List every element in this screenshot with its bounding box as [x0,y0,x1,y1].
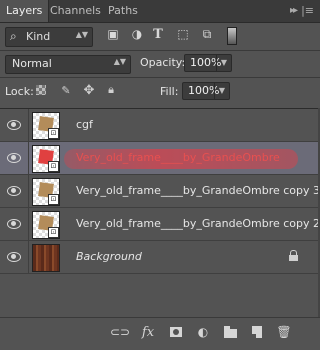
opacity-label: Opacity: [140,56,186,69]
tab-layers[interactable]: Layers [0,0,49,22]
opacity-field[interactable]: 100% ▼ [184,54,232,72]
eye-icon [7,120,21,130]
eye-icon [7,252,21,262]
lock-icon [289,250,298,261]
panel-tab-bar: Layers Channels Paths ▸▸ |≡ [0,0,320,23]
layer-name[interactable]: cgf [76,118,93,131]
visibility-toggle[interactable] [0,175,29,207]
blend-mode-select[interactable]: Normal ▲▼ [5,55,131,74]
smart-object-badge-icon: ⊡ [48,194,59,205]
type-filter-icon[interactable]: T [151,27,165,42]
opacity-dropdown-icon[interactable]: ▼ [216,55,231,71]
adjustment-filter-icon[interactable]: ◑ [130,27,144,41]
new-layer-icon[interactable] [249,324,265,340]
filter-kind-select[interactable]: ⌕ Kind ▲▼ [5,27,93,47]
divider [0,77,320,78]
eye-icon [7,219,21,229]
smart-object-badge-icon: ⊡ [48,227,59,238]
tab-paths[interactable]: Paths [102,0,144,22]
layer-row[interactable]: ⊡ cgf [0,109,320,142]
chevron-down-icon: ▲▼ [113,57,126,66]
layers-panel: Layers Channels Paths ▸▸ |≡ ⌕ Kind ▲▼ ▣ … [0,0,320,350]
smart-object-badge-icon: ⊡ [48,161,59,172]
lock-label: Lock: [5,85,34,98]
smart-object-badge-icon: ⊡ [48,128,59,139]
lock-transparency-icon[interactable] [36,85,46,95]
image-filter-icon[interactable]: ▣ [106,27,120,41]
layer-name[interactable]: Background [76,250,142,263]
visibility-toggle[interactable] [0,208,29,240]
visibility-toggle[interactable] [0,241,29,273]
layer-row[interactable]: ⊡ Very_old_frame____by_GrandeOmbre copy … [0,208,320,241]
divider [0,50,320,51]
search-icon: ⌕ [10,29,17,43]
layer-thumbnail [32,244,60,272]
filter-toggle-switch[interactable] [227,27,237,45]
smart-object-filter-icon[interactable]: ⧉ [200,27,214,41]
group-folder-icon[interactable] [222,324,238,340]
adjustment-layer-icon[interactable]: ◐ [195,324,211,340]
lock-all-icon[interactable]: 🔒︎ [104,83,118,97]
layer-row[interactable]: ⊡ Very_old_frame____by_GrandeOmbre copy … [0,175,320,208]
panel-menu-icon[interactable]: |≡ [301,4,314,17]
layer-name[interactable]: Very_old_frame____by_GrandeOmbre [76,151,280,164]
visibility-toggle[interactable] [0,109,29,141]
layer-name[interactable]: Very_old_frame____by_GrandeOmbre copy 2 [76,217,320,230]
layer-row-background[interactable]: Background [0,241,320,274]
layer-name[interactable]: Very_old_frame____by_GrandeOmbre copy 3 [76,184,320,197]
layer-row-selected[interactable]: ⊡ Very_old_frame____by_GrandeOmbre [0,142,320,175]
collapse-panel-icon[interactable]: ▸▸ [290,5,298,16]
panel-bottom-bar [0,317,320,350]
lock-position-move-icon[interactable]: ✥ [82,83,96,98]
eye-icon [7,186,21,196]
layer-mask-icon[interactable] [168,324,184,340]
link-layers-icon[interactable]: ⊂⊃ [110,324,130,340]
visibility-toggle[interactable] [0,142,29,174]
fill-field[interactable]: 100% ▼ [182,82,230,100]
trash-icon[interactable]: 🗑︎ [276,324,292,340]
fill-dropdown-icon[interactable]: ▼ [214,83,229,99]
chevron-down-icon: ▲▼ [75,30,88,39]
shape-filter-icon[interactable]: ⬚ [176,27,190,41]
fx-icon[interactable]: fx [140,324,156,340]
lock-paint-brush-icon[interactable]: ✎ [59,83,73,97]
blend-mode-value: Normal [12,57,52,70]
fill-label: Fill: [160,85,179,98]
tab-channels[interactable]: Channels [44,0,107,22]
layer-list: ⊡ cgf ⊡ Very_old_frame____by_GrandeOmbre… [0,108,320,329]
filter-kind-label: Kind [26,30,51,43]
eye-icon [7,153,21,163]
